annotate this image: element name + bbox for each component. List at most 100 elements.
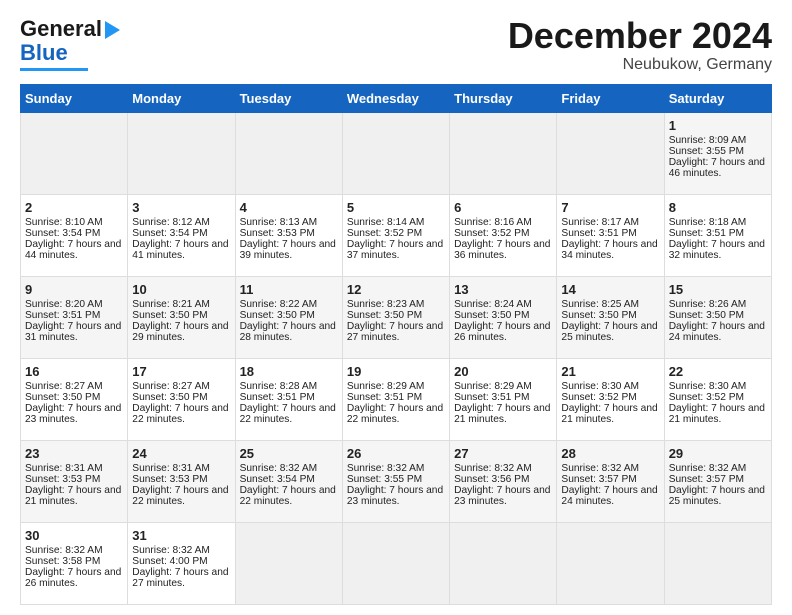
calendar-cell: 28Sunrise: 8:32 AMSunset: 3:57 PMDayligh… — [557, 440, 664, 522]
sunset-label: Sunset: 3:50 PM — [132, 310, 207, 321]
sunset-label: Sunset: 3:51 PM — [25, 310, 100, 321]
day-number: 30 — [25, 528, 123, 543]
calendar-week-1: 2Sunrise: 8:10 AMSunset: 3:54 PMDaylight… — [21, 194, 772, 276]
calendar-cell: 4Sunrise: 8:13 AMSunset: 3:53 PMDaylight… — [235, 194, 342, 276]
calendar-cell: 22Sunrise: 8:30 AMSunset: 3:52 PMDayligh… — [664, 358, 771, 440]
sunrise-label: Sunrise: 8:32 AM — [25, 545, 103, 556]
sunrise-label: Sunrise: 8:32 AM — [669, 463, 747, 474]
header-wednesday: Wednesday — [342, 84, 449, 112]
sunrise-label: Sunrise: 8:32 AM — [454, 463, 532, 474]
sunset-label: Sunset: 3:50 PM — [561, 310, 636, 321]
day-number: 22 — [669, 364, 767, 379]
sunset-label: Sunset: 3:58 PM — [25, 556, 100, 567]
daylight-label: Daylight: 7 hours and 24 minutes. — [561, 485, 657, 507]
sunrise-label: Sunrise: 8:27 AM — [25, 381, 103, 392]
calendar-cell: 8Sunrise: 8:18 AMSunset: 3:51 PMDaylight… — [664, 194, 771, 276]
sunset-label: Sunset: 3:54 PM — [132, 228, 207, 239]
sunset-label: Sunset: 3:55 PM — [347, 474, 422, 485]
sunset-label: Sunset: 3:50 PM — [669, 310, 744, 321]
sunrise-label: Sunrise: 8:29 AM — [347, 381, 425, 392]
header-sunday: Sunday — [21, 84, 128, 112]
day-number: 5 — [347, 200, 445, 215]
calendar-cell: 24Sunrise: 8:31 AMSunset: 3:53 PMDayligh… — [128, 440, 235, 522]
daylight-label: Daylight: 7 hours and 46 minutes. — [669, 157, 765, 179]
day-number: 27 — [454, 446, 552, 461]
calendar-cell — [450, 522, 557, 604]
day-number: 10 — [132, 282, 230, 297]
logo: General Blue — [20, 16, 120, 71]
calendar-cell — [450, 112, 557, 194]
header-friday: Friday — [557, 84, 664, 112]
calendar-cell — [342, 522, 449, 604]
daylight-label: Daylight: 7 hours and 25 minutes. — [669, 485, 765, 507]
day-number: 9 — [25, 282, 123, 297]
daylight-label: Daylight: 7 hours and 28 minutes. — [240, 321, 336, 343]
day-number: 28 — [561, 446, 659, 461]
daylight-label: Daylight: 7 hours and 26 minutes. — [454, 321, 550, 343]
sunset-label: Sunset: 3:54 PM — [240, 474, 315, 485]
sunrise-label: Sunrise: 8:10 AM — [25, 217, 103, 228]
calendar-cell: 9Sunrise: 8:20 AMSunset: 3:51 PMDaylight… — [21, 276, 128, 358]
sunrise-label: Sunrise: 8:31 AM — [132, 463, 210, 474]
calendar-week-2: 9 Sunrise: 8:20 AMSunset: 3:51 PM Daylight… — [21, 276, 772, 358]
sunrise-label: Sunrise: 8:20 AM — [25, 299, 103, 310]
daylight-label: Daylight: 7 hours and 22 minutes. — [132, 403, 228, 425]
calendar-cell: 16Sunrise: 8:27 AMSunset: 3:50 PMDayligh… — [21, 358, 128, 440]
calendar-cell — [557, 112, 664, 194]
sunset-label: Sunset: 3:50 PM — [454, 310, 529, 321]
sunrise-label: Sunrise: 8:29 AM — [454, 381, 532, 392]
day-number: 4 — [240, 200, 338, 215]
sunrise-label: Sunrise: 8:26 AM — [669, 299, 747, 310]
day-number: 15 — [669, 282, 767, 297]
calendar-cell: 1Sunrise: 8:09 AMSunset: 3:55 PMDaylight… — [664, 112, 771, 194]
sunset-label: Sunset: 3:57 PM — [561, 474, 636, 485]
daylight-label: Daylight: 7 hours and 22 minutes. — [132, 485, 228, 507]
daylight-label: Daylight: 7 hours and 41 minutes. — [132, 239, 228, 261]
header-thursday: Thursday — [450, 84, 557, 112]
sunset-label: Sunset: 3:52 PM — [669, 392, 744, 403]
location: Neubukow, Germany — [508, 56, 772, 74]
calendar-cell: 3Sunrise: 8:12 AMSunset: 3:54 PMDaylight… — [128, 194, 235, 276]
sunrise-label: Sunrise: 8:18 AM — [669, 217, 747, 228]
calendar-week-0: 1Sunrise: 8:09 AMSunset: 3:55 PMDaylight… — [21, 112, 772, 194]
calendar-cell: 18Sunrise: 8:28 AMSunset: 3:51 PMDayligh… — [235, 358, 342, 440]
sunrise-label: Sunrise: 8:32 AM — [132, 545, 210, 556]
day-number: 2 — [25, 200, 123, 215]
sunset-label: Sunset: 3:57 PM — [669, 474, 744, 485]
sunset-label: Sunset: 3:53 PM — [240, 228, 315, 239]
sunrise-label: Sunrise: 8:30 AM — [561, 381, 639, 392]
sunset-label: Sunset: 3:51 PM — [561, 228, 636, 239]
day-number: 23 — [25, 446, 123, 461]
day-number: 19 — [347, 364, 445, 379]
daylight-label: Daylight: 7 hours and 24 minutes. — [669, 321, 765, 343]
calendar-week-5: 30Sunrise: 8:32 AMSunset: 3:58 PMDayligh… — [21, 522, 772, 604]
sunrise-label: Sunrise: 8:32 AM — [347, 463, 425, 474]
day-number: 18 — [240, 364, 338, 379]
sunrise-label: Sunrise: 8:21 AM — [132, 299, 210, 310]
calendar-week-3: 16Sunrise: 8:27 AMSunset: 3:50 PMDayligh… — [21, 358, 772, 440]
daylight-label: Daylight: 7 hours and 25 minutes. — [561, 321, 657, 343]
day-number: 17 — [132, 364, 230, 379]
day-number: 25 — [240, 446, 338, 461]
sunset-label: Sunset: 3:56 PM — [454, 474, 529, 485]
daylight-label: Daylight: 7 hours and 27 minutes. — [132, 567, 228, 589]
sunset-label: Sunset: 3:52 PM — [347, 228, 422, 239]
sunset-label: Sunset: 3:53 PM — [25, 474, 100, 485]
sunset-label: Sunset: 3:52 PM — [561, 392, 636, 403]
sunset-label: Sunset: 3:51 PM — [240, 392, 315, 403]
sunrise-label: Sunrise: 8:09 AM — [669, 135, 747, 146]
logo-general: General — [20, 16, 102, 42]
day-number: 13 — [454, 282, 552, 297]
calendar-cell: 20Sunrise: 8:29 AMSunset: 3:51 PMDayligh… — [450, 358, 557, 440]
calendar-cell: 19Sunrise: 8:29 AMSunset: 3:51 PMDayligh… — [342, 358, 449, 440]
header-tuesday: Tuesday — [235, 84, 342, 112]
calendar-cell: 6Sunrise: 8:16 AMSunset: 3:52 PMDaylight… — [450, 194, 557, 276]
month-title: December 2024 — [508, 16, 772, 56]
calendar-cell: 29Sunrise: 8:32 AMSunset: 3:57 PMDayligh… — [664, 440, 771, 522]
daylight-label: Daylight: 7 hours and 32 minutes. — [669, 239, 765, 261]
day-number: 31 — [132, 528, 230, 543]
calendar-cell — [235, 112, 342, 194]
day-number: 3 — [132, 200, 230, 215]
day-number: 7 — [561, 200, 659, 215]
page-header: General Blue December 2024 Neubukow, Ger… — [20, 16, 772, 74]
